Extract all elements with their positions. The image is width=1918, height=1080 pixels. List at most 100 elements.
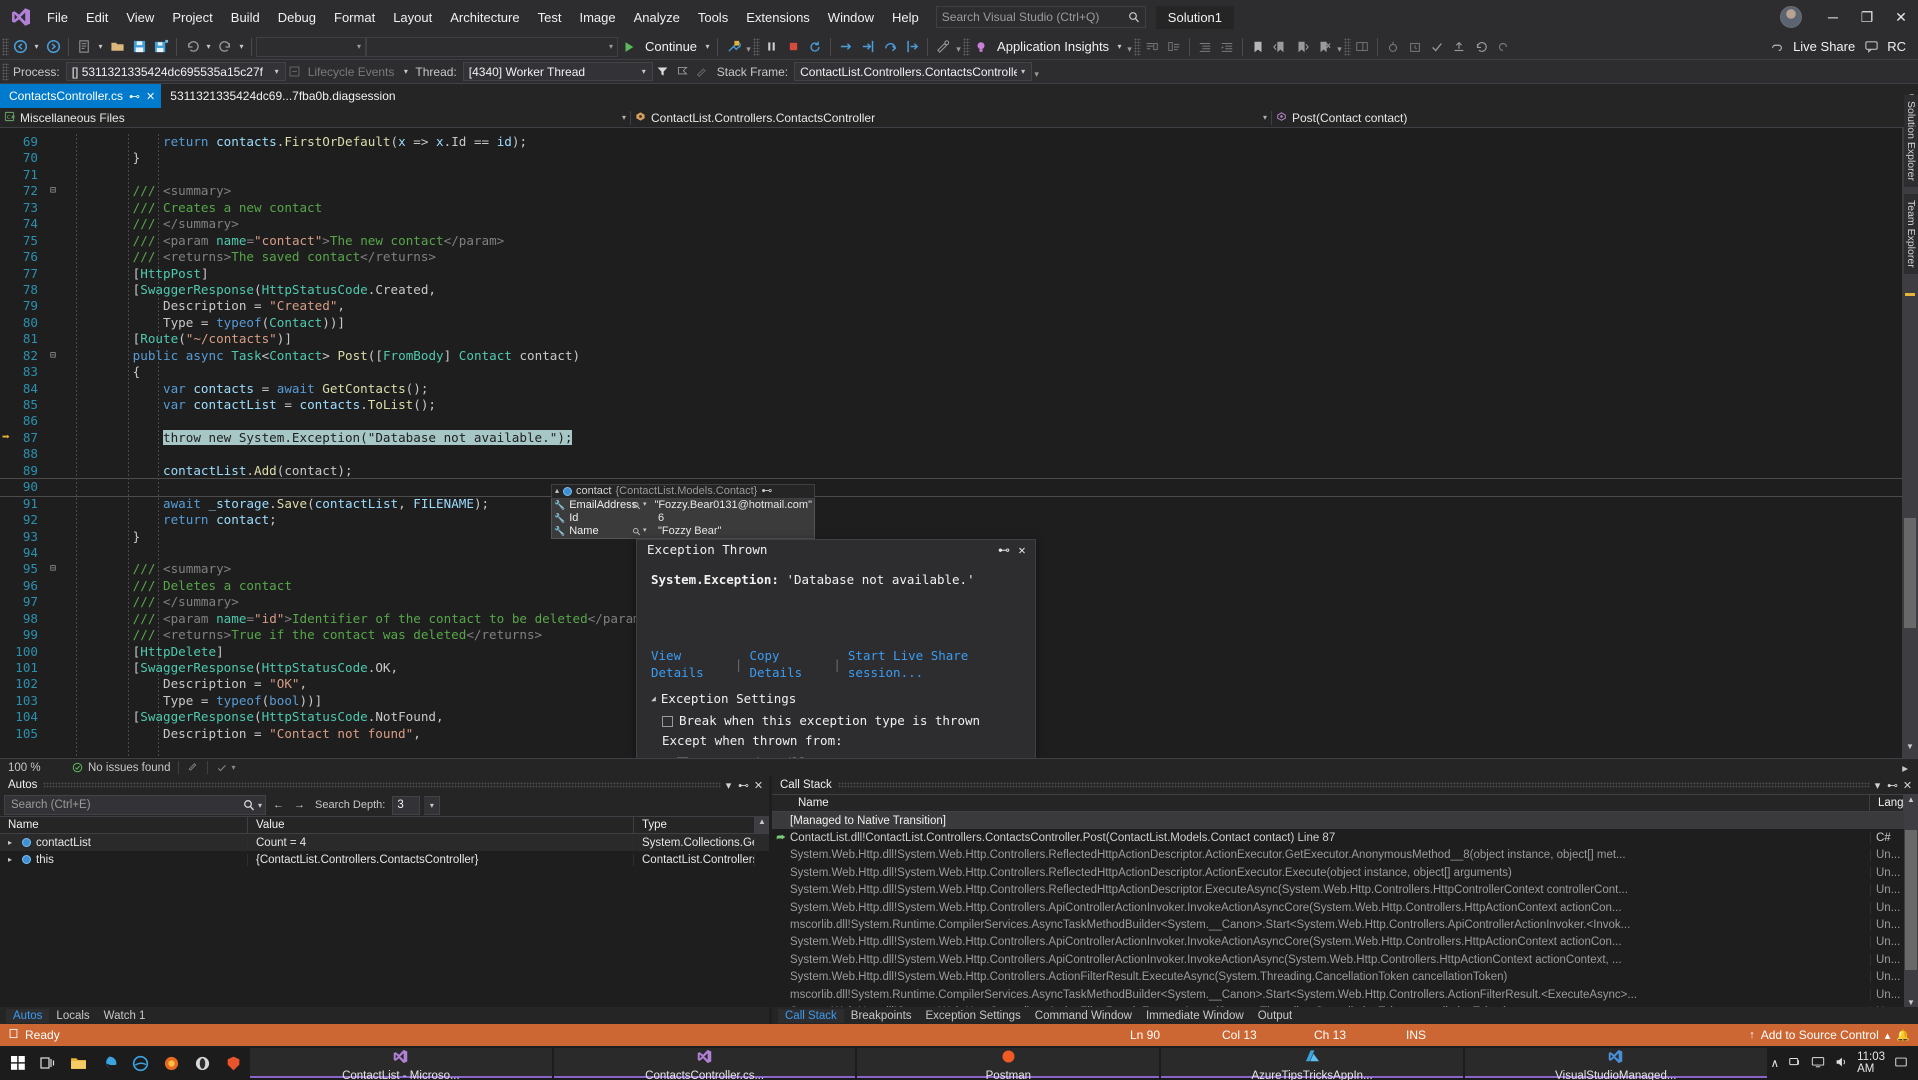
hot-reload-icon[interactable]	[722, 36, 744, 58]
break-all-icon[interactable]	[760, 36, 782, 58]
live-share-label[interactable]: Live Share	[1788, 39, 1860, 54]
taskbar-pinned-opera[interactable]	[188, 1048, 217, 1078]
variable-value[interactable]: {ContactList.Controllers.ContactsControl…	[256, 854, 478, 866]
scroll-down-button[interactable]: ▼	[1902, 742, 1918, 758]
redo-icon[interactable]	[214, 36, 236, 58]
code-line[interactable]: 71	[0, 167, 1902, 183]
toolbar-grip-2[interactable]	[753, 38, 760, 56]
code-line[interactable]: 91 await _storage.Save(contactList, FILE…	[0, 496, 1902, 512]
call-stack-row[interactable]: System.Web.Http.dll!System.Web.Http.Cont…	[772, 934, 1904, 951]
break-on-exception-row[interactable]: Break when this exception type is thrown	[651, 713, 1021, 729]
breadcrumb-type[interactable]: ContactList.Controllers.ContactsControll…	[631, 108, 1271, 128]
call-stack-row[interactable]: System.Web.Http.dll!System.Web.Http.Cont…	[772, 864, 1904, 881]
close-button[interactable]: ✕	[1884, 0, 1918, 34]
verify-icon[interactable]	[1426, 36, 1448, 58]
call-stack-row[interactable]: mscorlib.dll!System.Runtime.CompilerServ…	[772, 916, 1904, 933]
filter-threads-icon[interactable]	[653, 61, 673, 83]
toolbar-grip[interactable]	[2, 38, 9, 56]
tab-immediate-window[interactable]: Immediate Window	[1139, 1009, 1251, 1023]
break-on-exception-checkbox[interactable]	[662, 716, 673, 727]
debugbar-grip[interactable]	[2, 63, 9, 81]
pin-icon[interactable]: ⊷	[129, 90, 140, 103]
column-type[interactable]: Type	[634, 817, 755, 833]
menu-debug[interactable]: Debug	[269, 6, 325, 29]
process-combo[interactable]: [] 5311321335424dc695535a15c27f ▾	[66, 62, 286, 81]
bell-icon[interactable]: 🔔	[1896, 1029, 1910, 1042]
menu-help[interactable]: Help	[883, 6, 928, 29]
code-line[interactable]: 77 [HttpPost]	[0, 266, 1902, 282]
tab-output[interactable]: Output	[1251, 1009, 1300, 1023]
menu-build[interactable]: Build	[222, 6, 269, 29]
navigate-backward-dropdown[interactable]: ▾	[31, 36, 42, 58]
grid-scroll-up[interactable]: ▲	[755, 817, 769, 833]
continue-dropdown[interactable]: ▾	[702, 36, 713, 58]
tab-exception-settings[interactable]: Exception Settings	[919, 1009, 1028, 1023]
menu-file[interactable]: File	[38, 6, 77, 29]
stop-debugging-icon[interactable]	[782, 36, 804, 58]
volume-icon[interactable]	[1834, 1055, 1848, 1072]
taskbar-window-postman[interactable]: Postman	[857, 1048, 1159, 1078]
taskbar-pinned-brave[interactable]	[219, 1048, 248, 1078]
fold-toggle-icon[interactable]: ⊟	[46, 348, 60, 364]
start-button[interactable]	[4, 1048, 32, 1078]
hot-reload-overflow[interactable]: ▾	[744, 36, 753, 58]
column-value[interactable]: Value	[248, 817, 634, 833]
taskbar-pinned-edge-legacy[interactable]	[95, 1048, 124, 1078]
code-line[interactable]: 82⊟ public async Task<Contact> Post([Fro…	[0, 348, 1902, 364]
open-file-icon[interactable]	[106, 36, 128, 58]
row-expander[interactable]: ▸	[8, 838, 17, 847]
taskbar-pinned-firefox[interactable]	[157, 1048, 186, 1078]
lifecycle-dropdown[interactable]: ▾	[400, 61, 411, 83]
undo-icon[interactable]	[181, 36, 203, 58]
app-insights-overflow[interactable]: ▾	[1125, 36, 1134, 58]
breadcrumb-member[interactable]: Post(Contact contact)	[1272, 108, 1918, 128]
code-line[interactable]: 86	[0, 413, 1902, 429]
exception-settings-header[interactable]: ◢ Exception Settings	[651, 691, 1021, 707]
breakpoint-hitcount-icon[interactable]	[1382, 36, 1404, 58]
step-into-icon[interactable]	[857, 36, 879, 58]
taskbar-window-contactlist[interactable]: ContactList - Microso...	[250, 1048, 552, 1078]
display-icon[interactable]	[1811, 1055, 1825, 1072]
menu-extensions[interactable]: Extensions	[737, 6, 819, 29]
step-out-icon[interactable]	[901, 36, 923, 58]
show-next-statement-icon[interactable]	[835, 36, 857, 58]
call-stack-row[interactable]: mscorlib.dll!System.Runtime.CompilerServ…	[772, 986, 1904, 1003]
panel-menu-icon[interactable]: ▾	[721, 779, 736, 792]
code-line[interactable]: 78 [SwaggerResponse(HttpStatusCode.Creat…	[0, 282, 1902, 298]
call-stack-row[interactable]: System.Web.Http.dll!System.Web.Http.Cont…	[772, 969, 1904, 986]
fold-toggle-icon[interactable]: ⊟	[46, 183, 60, 199]
code-line[interactable]: 73 /// Creates a new contact	[0, 200, 1902, 216]
live-share-icon[interactable]	[1766, 36, 1788, 58]
add-to-source-control-label[interactable]: Add to Source Control	[1761, 1028, 1879, 1042]
menu-edit[interactable]: Edit	[77, 6, 117, 29]
code-line[interactable]: 81 [Route("~/contacts")]	[0, 331, 1902, 347]
taskbar-window-vsmanaged[interactable]: VisualStudioManaged...	[1465, 1048, 1767, 1078]
platform-combo[interactable]: ▾	[366, 37, 618, 57]
chevron-up-icon[interactable]: ▴	[1885, 1029, 1891, 1042]
clear-bookmarks-icon[interactable]	[1313, 36, 1335, 58]
solution-explorer-tab[interactable]: Solution Explorer	[1904, 95, 1918, 187]
task-view-button[interactable]	[34, 1048, 62, 1078]
code-line[interactable]: 74 /// </summary>	[0, 216, 1902, 232]
new-project-dropdown[interactable]: ▾	[95, 36, 106, 58]
call-stack-row[interactable]: System.Web.Http.dll!System.Web.Http.Cont…	[772, 882, 1904, 899]
bookmark-overflow[interactable]: ▾	[1335, 36, 1344, 58]
variable-datatip[interactable]: ▴ contact {ContactList.Models.Contact} ⊷…	[551, 484, 815, 539]
toolbar-grip-5[interactable]	[1344, 38, 1351, 56]
tab-breakpoints[interactable]: Breakpoints	[844, 1009, 919, 1023]
code-line[interactable]: 90	[0, 479, 1902, 495]
scrollbar-thumb[interactable]	[1905, 830, 1917, 970]
tab-autos[interactable]: Autos	[6, 1009, 49, 1023]
window-layout-icon[interactable]	[1351, 36, 1373, 58]
app-insights-dropdown[interactable]: ▾	[1114, 36, 1125, 58]
zoom-level[interactable]: 100 %	[0, 762, 72, 774]
save-all-icon[interactable]	[150, 36, 172, 58]
table-row[interactable]: ▸this{ContactList.Controllers.ContactsCo…	[0, 851, 769, 868]
decrease-indent-icon[interactable]	[1194, 36, 1216, 58]
call-stack-row[interactable]: System.Web.Http.dll!System.Web.Http.Cont…	[772, 899, 1904, 916]
search-previous-icon[interactable]: ←	[270, 799, 287, 811]
restart-icon[interactable]	[804, 36, 826, 58]
taskbar-window-contactscontroller[interactable]: ContactsController.cs...	[554, 1048, 856, 1078]
team-explorer-tab[interactable]: Team Explorer	[1904, 194, 1918, 274]
undo-checkout-icon[interactable]	[1470, 36, 1492, 58]
